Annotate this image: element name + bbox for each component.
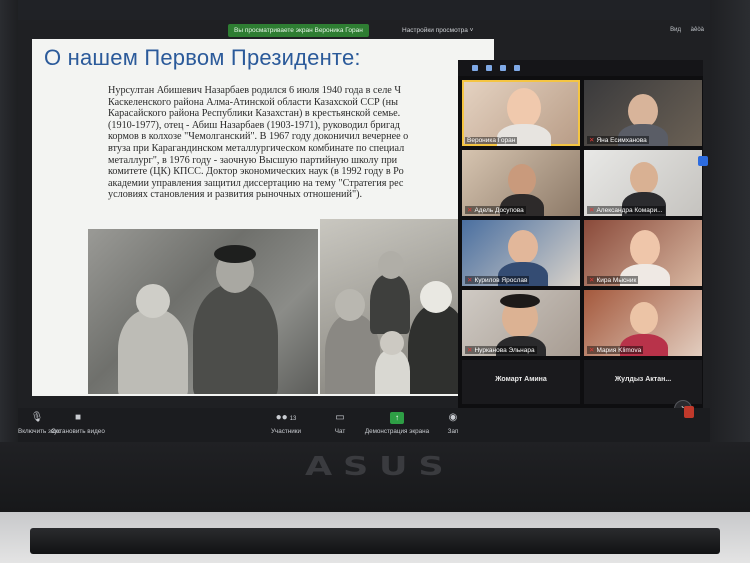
chat-button[interactable]: ▭ Чат [330,412,350,435]
view-options-menu[interactable]: Настройки просмотра ˅ [402,24,473,37]
record-icon: ◉ [448,412,458,423]
grid-view-icon[interactable] [500,65,506,71]
mic-muted-icon: ✕ [467,347,473,354]
participant-name: ✕ Мария Klimova [587,346,644,354]
video-tile[interactable]: ✕ Адель Досупова [462,150,580,216]
laptop-hinge [30,528,720,554]
mic-muted-icon: ✕ [467,277,473,284]
participant-name: ✕ Нурканова Эльнара [465,346,537,354]
video-camera-icon: ■ [74,412,82,423]
mic-muted-icon: ✕ [589,137,595,144]
family-photo-left [88,229,318,394]
participant-name: ✕ Адель Досупова [465,206,526,214]
gallery-view-icon[interactable] [472,65,478,71]
participant-name: ✕ Кира Мысник [587,276,639,284]
chat-icon: ▭ [335,412,345,423]
screen-share-banner: Вы просматриваете экран Вероника Горан [228,24,369,37]
video-tile[interactable]: ✕ Кира Мысник [584,220,702,286]
mic-muted-icon: ✕ [467,207,473,214]
slide-line: условиях становления и развития рыночных… [108,189,363,201]
slide-line: (1910-1977), отец - Абиш Назарбаев (1903… [108,119,400,131]
mic-muted-icon: ✕ [589,277,595,284]
video-tile[interactable]: ✕ Мария Klimova [584,290,702,356]
slide-line: комитете (ЦК) КПСС. Доктор экономических… [108,166,404,178]
participant-name: ✕ Курилов Ярослав [465,276,530,284]
video-tile[interactable]: ✕ Александра Комари... [584,150,702,216]
gallery-toolbar [458,60,703,76]
laptop-brand-logo: ASUS [305,452,455,482]
notification-badge-icon [698,156,708,166]
mic-muted-icon: ✕ [589,347,595,354]
speaker-view-icon[interactable] [486,65,492,71]
slide-line: Карасайского района Республики Казахстан… [108,108,401,120]
slide-line: Каскеленского района Алма-Атинской облас… [108,96,398,108]
laptop-bezel-left [0,0,18,450]
participant-name: Жомарт Амина [495,376,547,383]
record-button[interactable]: ◉ Зап [442,412,464,435]
audio-only-tile[interactable]: Жомарт Амина [462,360,580,404]
slide-line: металлург", в 1976 году - заочную Высшую… [108,154,398,166]
end-meeting-icon[interactable] [684,406,694,418]
shared-slide: О нашем Первом Президенте: Нурсултан Аби… [32,39,494,396]
participant-name: Жулдыз Актан... [614,376,672,383]
audio-only-tile[interactable]: Жулдыз Актан... [584,360,702,404]
slide-line: академии управления защитил диссертацию … [108,177,404,189]
mic-muted-icon: ✕ [589,207,595,214]
video-tile[interactable]: ✕ Курилов Ярослав [462,220,580,286]
slide-line: Нурсултан Абишевич Назарбаев родился 6 и… [108,85,401,96]
participant-name: ✕ Яна Есимханова [587,136,649,144]
zoom-window: Вы просматриваете экран Вероника Горан Н… [18,20,710,442]
slide-biography-text: Нурсултан Абишевич Назарбаев родился 6 и… [108,85,494,201]
stop-video-button[interactable]: ■ Остановить видео [48,412,108,435]
meeting-toolbar: 🎙 Включить звук ■ Остановить видео ●● 13 … [18,408,710,442]
participant-name: ✕ Александра Комари... [587,206,665,214]
participants-button[interactable]: ●● 13 Участники [264,412,308,435]
video-tile[interactable]: Вероника Горан [462,80,580,146]
slide-title: О нашем Первом Президенте: [44,45,361,70]
slide-line: втуза при Карагандинском металлургическо… [108,142,405,154]
share-screen-icon: ↑ [390,412,404,424]
participant-gallery: Вероника Горан ✕ Яна Есимханова ✕ Адель До… [458,60,703,430]
video-tile[interactable]: ✕ Яна Есимханова [584,80,702,146]
view-extra[interactable]: àêòà [691,27,704,33]
laptop-bezel-right [710,0,750,460]
video-tile[interactable]: ✕ Нурканова Эльнара [462,290,580,356]
participant-name: Вероника Горан [465,137,518,144]
participants-icon: ●● 13 [275,412,297,423]
slide-line: кормов в колхозе "Чемолганский". В 1967 … [108,131,409,143]
share-screen-button[interactable]: ↑ Демонстрация экрана [362,412,432,435]
view-toggle[interactable]: Вид [670,27,681,33]
layout-icon[interactable] [514,65,520,71]
top-right-controls: Вид àêòà [662,24,704,37]
